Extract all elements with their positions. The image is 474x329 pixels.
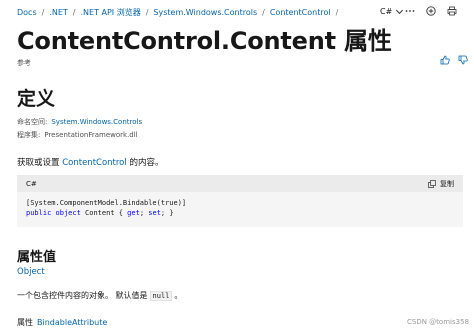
bindable-attribute-link[interactable]: BindableAttribute (37, 318, 107, 327)
copy-label: 复制 (440, 179, 454, 188)
property-value-heading: 属性值 (17, 250, 57, 265)
code-line-attribute: [System.ComponentModel.Bindable(true)] (26, 199, 187, 207)
language-selector-label: C# (380, 7, 393, 16)
print-icon[interactable] (447, 6, 457, 16)
property-type-link[interactable]: Object (17, 267, 45, 277)
property-value-description: 一个包含控件内容的对象。 默认值是 null 。 (17, 290, 182, 301)
breadcrumb-dotnet[interactable]: .NET (49, 8, 67, 18)
add-collection-icon[interactable] (426, 6, 436, 16)
description-suffix: 的内容。 (129, 158, 164, 168)
namespace-line: 命名空间: System.Windows.Controls (17, 117, 142, 127)
namespace-link[interactable]: System.Windows.Controls (51, 118, 142, 126)
page-title: ContentControl.Content 属性 (17, 27, 392, 55)
breadcrumb-separator: / (72, 8, 76, 17)
reference-label: 参考 (17, 59, 31, 67)
property-description: 获取或设置 ContentControl 的内容。 (17, 156, 163, 168)
attributes-line: 属性 BindableAttribute (17, 317, 107, 328)
value-desc-prefix: 一个包含控件内容的对象。 默认值是 (17, 291, 148, 300)
language-selector[interactable]: C# (380, 6, 404, 16)
breadcrumb-api-browser[interactable]: .NET API 浏览器 (81, 8, 141, 18)
code-keyword-public: public (26, 209, 52, 217)
assembly-line: 程序集: PresentationFramework.dll (17, 130, 138, 140)
copy-icon (428, 179, 436, 188)
code-punct-end: ; } (160, 209, 174, 217)
breadcrumb-separator: / (335, 8, 339, 17)
breadcrumb-docs[interactable]: Docs (17, 8, 37, 18)
top-bar: Docs / .NET / .NET API 浏览器 / System.Wind… (0, 0, 474, 26)
breadcrumb-separator: / (262, 8, 265, 17)
code-body: [System.ComponentModel.Bindable(true)] p… (17, 192, 463, 227)
contentcontrol-link[interactable]: ContentControl (62, 158, 127, 168)
code-keyword-set: set (148, 209, 161, 217)
value-desc-suffix: 。 (174, 291, 183, 300)
code-punct: ; (139, 209, 149, 217)
code-language: C# (26, 179, 37, 188)
thumbs-down-icon[interactable] (458, 55, 468, 65)
thumbs-up-icon[interactable] (440, 55, 450, 65)
assembly-label: 程序集: (17, 131, 41, 139)
code-keyword-get: get (127, 209, 140, 217)
breadcrumb-namespace[interactable]: System.Windows.Controls (153, 8, 257, 18)
copy-button[interactable]: 复制 (428, 179, 454, 189)
more-options-icon[interactable] (405, 6, 415, 16)
top-actions (405, 6, 457, 16)
default-value-code: null (149, 290, 173, 301)
code-keyword-object: object (55, 209, 81, 217)
definition-heading: 定义 (17, 88, 56, 110)
code-block: C# 复制 [System.ComponentModel.Bindable(tr… (17, 175, 463, 227)
code-line-declaration: public object Content { get; set; } (26, 208, 454, 218)
breadcrumb-separator: / (41, 8, 45, 17)
chevron-down-icon (396, 6, 404, 14)
code-property-name: Content { (80, 209, 128, 217)
watermark: CSDN @tomis358 (407, 318, 469, 326)
breadcrumb: Docs / .NET / .NET API 浏览器 / System.Wind… (17, 8, 343, 18)
namespace-label: 命名空间: (17, 118, 48, 126)
breadcrumb-class[interactable]: ContentControl (270, 8, 331, 18)
feedback (440, 55, 468, 65)
assembly-value: PresentationFramework.dll (44, 131, 138, 139)
description-prefix: 获取或设置 (17, 158, 60, 168)
breadcrumb-separator: / (145, 8, 149, 17)
code-header: C# 复制 (17, 175, 463, 192)
attributes-label: 属性 (17, 318, 33, 327)
